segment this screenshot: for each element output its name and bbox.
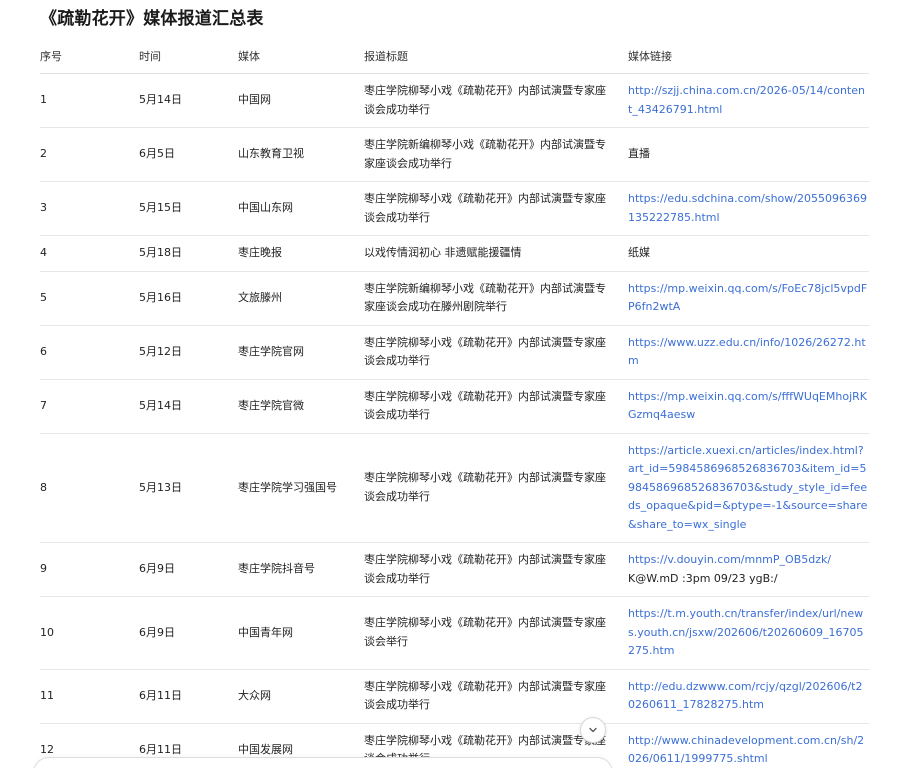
media-link[interactable]: https://article.xuexi.cn/articles/index.… <box>628 444 867 531</box>
row-link-cell: https://edu.sdchina.com/show/20550963691… <box>628 181 869 236</box>
row-number: 1 <box>40 73 139 128</box>
media-link[interactable]: http://www.chinadevelopment.com.cn/sh/20… <box>628 734 864 766</box>
row-number: 10 <box>40 596 139 670</box>
row-media: 文旅滕州 <box>238 271 364 326</box>
table-row: 9 6月9日 枣庄学院抖音号 枣庄学院柳琴小戏《疏勒花开》内部试演暨专家座谈会成功举行… <box>40 542 869 597</box>
table-row: 7 5月14日 枣庄学院官微 枣庄学院柳琴小戏《疏勒花开》内部试演暨专家座谈会成功举行… <box>40 379 869 434</box>
chat-input-box[interactable] <box>33 757 613 768</box>
row-time: 6月9日 <box>139 596 238 670</box>
media-link[interactable]: https://edu.sdchina.com/show/20550963691… <box>628 192 867 224</box>
row-time: 5月18日 <box>139 235 238 272</box>
row-media: 大众网 <box>238 669 364 724</box>
row-number: 6 <box>40 325 139 380</box>
media-link[interactable]: https://v.douyin.com/mnmP_OB5dzk/ <box>628 553 831 566</box>
row-number: 8 <box>40 433 139 543</box>
row-time: 5月15日 <box>139 181 238 236</box>
row-link-cell: http://edu.dzwww.com/rcjy/qzgl/202606/t2… <box>628 669 869 724</box>
row-title: 以戏传情润初心 非遗赋能援疆情 <box>364 235 628 272</box>
row-time: 6月9日 <box>139 542 238 597</box>
row-media: 中国网 <box>238 73 364 128</box>
row-media: 枣庄学院学习强国号 <box>238 433 364 543</box>
media-link[interactable]: https://www.uzz.edu.cn/info/1026/26272.h… <box>628 336 866 368</box>
header-link: 媒体链接 <box>628 38 869 74</box>
row-number: 2 <box>40 127 139 182</box>
media-link[interactable]: http://szjj.china.com.cn/2026-05/14/cont… <box>628 84 865 116</box>
row-time: 5月13日 <box>139 433 238 543</box>
row-title: 枣庄学院柳琴小戏《疏勒花开》内部试演暨专家座谈会成功举行 <box>364 542 628 597</box>
row-media: 山东教育卫视 <box>238 127 364 182</box>
row-link-cell: https://article.xuexi.cn/articles/index.… <box>628 433 869 543</box>
table-row: 2 6月5日 山东教育卫视 枣庄学院新编柳琴小戏《疏勒花开》内部试演暨专家座谈会成功举… <box>40 127 869 182</box>
row-number: 7 <box>40 379 139 434</box>
chevron-down-icon <box>589 727 597 733</box>
media-link[interactable]: https://mp.weixin.qq.com/s/fffWUqEMhojRK… <box>628 390 867 422</box>
scroll-down-button[interactable] <box>580 717 606 743</box>
media-link[interactable]: https://mp.weixin.qq.com/s/FoEc78jcl5vpd… <box>628 282 867 314</box>
row-link-cell: https://mp.weixin.qq.com/s/fffWUqEMhojRK… <box>628 379 869 434</box>
row-number: 5 <box>40 271 139 326</box>
row-number: 4 <box>40 235 139 272</box>
table-row: 11 6月11日 大众网 枣庄学院柳琴小戏《疏勒花开》内部试演暨专家座谈会成功举行 ht… <box>40 669 869 724</box>
row-link-cell: https://v.douyin.com/mnmP_OB5dzk/K@W.mD … <box>628 542 869 597</box>
row-media: 中国青年网 <box>238 596 364 670</box>
row-title: 枣庄学院柳琴小戏《疏勒花开》内部试演暨专家座谈会成功举行 <box>364 73 628 128</box>
row-time: 6月5日 <box>139 127 238 182</box>
table-row: 3 5月15日 中国山东网 枣庄学院柳琴小戏《疏勒花开》内部试演暨专家座谈会成功举行 h… <box>40 181 869 236</box>
table-body: 1 5月14日 中国网 枣庄学院柳琴小戏《疏勒花开》内部试演暨专家座谈会成功举行 htt… <box>40 73 869 768</box>
row-time: 5月12日 <box>139 325 238 380</box>
row-link-cell: 直播 <box>628 127 869 182</box>
table-row: 1 5月14日 中国网 枣庄学院柳琴小戏《疏勒花开》内部试演暨专家座谈会成功举行 htt… <box>40 73 869 128</box>
row-media: 中国山东网 <box>238 181 364 236</box>
page: 《疏勒花开》媒体报道汇总表 序号 时间 媒体 报道标题 媒体链接 1 5月14日中… <box>0 0 908 768</box>
header-time: 时间 <box>139 38 238 74</box>
row-number: 11 <box>40 669 139 724</box>
row-title: 枣庄学院柳琴小戏《疏勒花开》内部试演暨专家座谈会成功举行 <box>364 379 628 434</box>
row-link-cell: https://www.uzz.edu.cn/info/1026/26272.h… <box>628 325 869 380</box>
media-report-table: 序号 时间 媒体 报道标题 媒体链接 1 5月14日 中国网 枣庄学院柳琴小戏《疏勒花… <box>40 38 869 768</box>
row-media: 枣庄晚报 <box>238 235 364 272</box>
table-header-row: 序号 时间 媒体 报道标题 媒体链接 <box>40 38 869 74</box>
row-link-cell: http://szjj.china.com.cn/2026-05/14/cont… <box>628 73 869 128</box>
row-media: 枣庄学院抖音号 <box>238 542 364 597</box>
row-media: 枣庄学院官网 <box>238 325 364 380</box>
row-link-cell: https://mp.weixin.qq.com/s/FoEc78jcl5vpd… <box>628 271 869 326</box>
row-number: 3 <box>40 181 139 236</box>
media-link-text: 直播 <box>628 147 650 161</box>
row-time: 6月11日 <box>139 669 238 724</box>
row-title: 枣庄学院柳琴小戏《疏勒花开》内部试演暨专家座谈会举行 <box>364 596 628 670</box>
row-title: 枣庄学院新编柳琴小戏《疏勒花开》内部试演暨专家座谈会成功在滕州剧院举行 <box>364 271 628 326</box>
table-row: 6 5月12日 枣庄学院官网 枣庄学院柳琴小戏《疏勒花开》内部试演暨专家座谈会成功举行… <box>40 325 869 380</box>
row-time: 5月14日 <box>139 73 238 128</box>
row-title: 枣庄学院新编柳琴小戏《疏勒花开》内部试演暨专家座谈会成功举行 <box>364 127 628 182</box>
header-media: 媒体 <box>238 38 364 74</box>
row-title: 枣庄学院柳琴小戏《疏勒花开》内部试演暨专家座谈会成功举行 <box>364 325 628 380</box>
row-link-cell: https://t.m.youth.cn/transfer/index/url/… <box>628 596 869 670</box>
header-no: 序号 <box>40 38 139 74</box>
row-media: 枣庄学院官微 <box>238 379 364 434</box>
row-link-cell: http://www.chinadevelopment.com.cn/sh/20… <box>628 723 869 768</box>
row-title: 枣庄学院柳琴小戏《疏勒花开》内部试演暨专家座谈会成功举行 <box>364 433 628 543</box>
header-title: 报道标题 <box>364 38 628 74</box>
table-row: 4 5月18日 枣庄晚报 以戏传情润初心 非遗赋能援疆情 纸媒 <box>40 235 869 272</box>
row-time: 5月16日 <box>139 271 238 326</box>
row-title: 枣庄学院柳琴小戏《疏勒花开》内部试演暨专家座谈会成功举行 <box>364 181 628 236</box>
media-link[interactable]: https://t.m.youth.cn/transfer/index/url/… <box>628 607 863 657</box>
row-link-cell: 纸媒 <box>628 235 869 272</box>
media-link-text: 纸媒 <box>628 246 650 259</box>
row-title: 枣庄学院柳琴小戏《疏勒花开》内部试演暨专家座谈会成功举行 <box>364 669 628 724</box>
media-link[interactable]: http://edu.dzwww.com/rcjy/qzgl/202606/t2… <box>628 680 862 712</box>
table-row: 8 5月13日 枣庄学院学习强国号 枣庄学院柳琴小戏《疏勒花开》内部试演暨专家座谈会成… <box>40 433 869 543</box>
page-title: 《疏勒花开》媒体报道汇总表 <box>40 9 264 29</box>
table-row: 10 6月9日 中国青年网 枣庄学院柳琴小戏《疏勒花开》内部试演暨专家座谈会举行 htt… <box>40 596 869 670</box>
row-number: 9 <box>40 542 139 597</box>
media-link-extra: K@W.mD :3pm 09/23 ygB:/ <box>628 571 778 585</box>
row-time: 5月14日 <box>139 379 238 434</box>
table-row: 5 5月16日 文旅滕州 枣庄学院新编柳琴小戏《疏勒花开》内部试演暨专家座谈会成功在滕… <box>40 271 869 326</box>
